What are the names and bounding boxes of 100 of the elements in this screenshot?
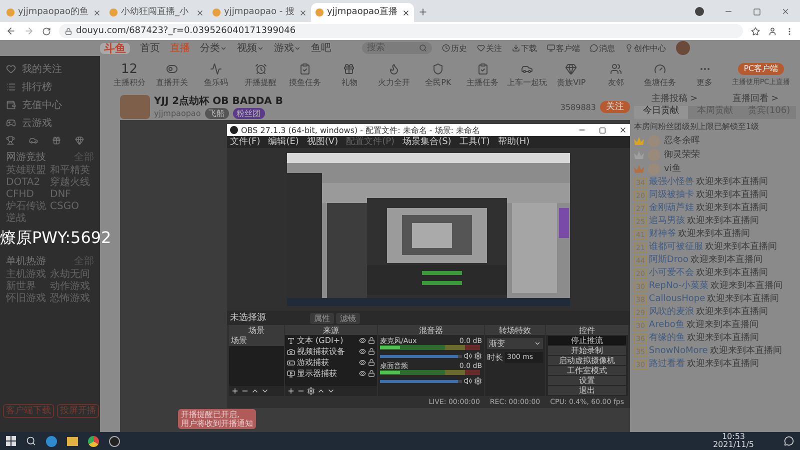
user-name[interactable]: Arebo鱼 bbox=[648, 320, 684, 331]
menu-item[interactable]: 工具(T) bbox=[459, 136, 490, 148]
clock-time[interactable]: 10:53 bbox=[722, 433, 746, 441]
header-link[interactable]: 历史 bbox=[442, 42, 467, 54]
control-button[interactable]: 开始录制 bbox=[548, 346, 626, 355]
up-icon[interactable] bbox=[317, 387, 325, 395]
visibility-icon[interactable] bbox=[359, 337, 366, 344]
add-icon[interactable] bbox=[287, 387, 295, 395]
lock-icon[interactable] bbox=[368, 348, 375, 355]
source-item[interactable]: 视频捕获设备 bbox=[285, 346, 377, 357]
follow-button[interactable]: 关注 bbox=[600, 101, 630, 113]
speaker-icon[interactable] bbox=[464, 352, 472, 360]
source-item[interactable]: 显示器捕获 bbox=[285, 368, 377, 379]
diamond-icon[interactable] bbox=[75, 136, 84, 144]
menu-item[interactable]: 文件(F) bbox=[230, 136, 260, 148]
feature-button[interactable]: 开播提醒 bbox=[239, 62, 282, 88]
chat-header-link[interactable]: 直播回看 > bbox=[732, 94, 779, 106]
feature-button[interactable]: 更多 bbox=[683, 62, 726, 88]
user-name[interactable]: 谁都可被征服 bbox=[648, 242, 703, 253]
user-name[interactable]: 最强小怪兽 bbox=[648, 177, 694, 188]
settings-icon[interactable] bbox=[307, 387, 315, 395]
user-name[interactable]: SnowNoMore bbox=[648, 346, 708, 357]
sidebar-button[interactable]: 投屏开播 bbox=[57, 404, 99, 418]
visibility-icon[interactable] bbox=[359, 359, 366, 366]
header-link[interactable]: 消息 bbox=[590, 42, 615, 54]
close-icon[interactable] bbox=[619, 126, 627, 134]
windows-logo-icon[interactable] bbox=[6, 436, 16, 446]
game-link[interactable]: 恐怖游戏 bbox=[50, 293, 94, 304]
user-name[interactable]: 路过看看 bbox=[648, 359, 685, 370]
user-name[interactable]: RepNo-小菜菜 bbox=[648, 281, 709, 292]
rank-tab[interactable]: 今日贡献 bbox=[634, 106, 688, 119]
lock-icon[interactable] bbox=[368, 370, 375, 377]
game-link[interactable]: 炉石传说 bbox=[6, 201, 50, 212]
game-link[interactable]: 逆战 bbox=[6, 213, 50, 224]
feature-button[interactable]: 摸鱼任务 bbox=[284, 62, 326, 88]
restore-icon[interactable] bbox=[753, 8, 761, 16]
header-link[interactable]: 客户端 bbox=[547, 42, 580, 54]
settings-icon[interactable] bbox=[474, 377, 482, 385]
user-name[interactable]: vi鱼 bbox=[664, 164, 681, 174]
control-button[interactable]: 退出 bbox=[548, 386, 626, 395]
game-link[interactable]: 怀旧游戏 bbox=[6, 293, 50, 304]
game-link[interactable]: 动作游戏 bbox=[50, 281, 94, 292]
feature-button[interactable]: 上车一起玩 bbox=[506, 62, 548, 88]
user-name[interactable]: 阿斯Droo bbox=[648, 255, 688, 266]
address-field[interactable]: douyu.com/687423?_r=0.039526040171399046 bbox=[59, 24, 743, 38]
user-name[interactable]: 忍冬余晖 bbox=[664, 136, 700, 146]
menu-item[interactable]: 帮助(H) bbox=[498, 136, 530, 148]
visibility-icon[interactable] bbox=[359, 348, 366, 355]
close-icon[interactable] bbox=[402, 8, 410, 16]
menu-item[interactable]: 编辑(E) bbox=[268, 136, 299, 148]
nav-link[interactable]: 视频 bbox=[237, 42, 264, 54]
control-button[interactable]: 工作室模式 bbox=[548, 366, 626, 375]
menu-item[interactable]: 视图(V) bbox=[306, 136, 338, 148]
sidebar-item[interactable]: 云游戏 bbox=[0, 114, 100, 132]
header-link[interactable]: 下载 bbox=[512, 42, 537, 54]
add-icon[interactable] bbox=[231, 387, 239, 395]
toolbar-button[interactable]: 滤镜 bbox=[336, 312, 360, 324]
user-name[interactable]: 有缘的鱼 bbox=[648, 333, 685, 344]
site-logo[interactable]: 斗鱼 bbox=[100, 42, 130, 54]
game-link[interactable]: 新世界 bbox=[6, 281, 50, 292]
back-icon[interactable] bbox=[6, 26, 16, 36]
user-name[interactable]: 财神爷 bbox=[648, 229, 676, 240]
bookmark-star-icon[interactable] bbox=[751, 26, 760, 36]
sidebar-item[interactable]: 我的关注 bbox=[0, 60, 100, 78]
feature-button[interactable]: 鱼乐码 bbox=[194, 62, 238, 88]
user-name[interactable]: 金刚葫芦娃 bbox=[648, 203, 694, 214]
lock-icon[interactable] bbox=[368, 337, 375, 344]
nav-link[interactable]: 首页 bbox=[140, 42, 160, 54]
game-link[interactable]: CSGO bbox=[50, 201, 94, 212]
browser-tab[interactable]: yjjmpaopao - 搜 bbox=[208, 3, 311, 22]
source-item[interactable]: 文本 (GDI+) bbox=[285, 335, 377, 346]
up-icon[interactable] bbox=[251, 387, 259, 395]
nav-link[interactable]: 游戏 bbox=[274, 42, 301, 54]
game-link[interactable]: 英雄联盟 bbox=[6, 165, 50, 176]
user-name[interactable]: CallousHope bbox=[648, 294, 706, 305]
user-name[interactable]: 同级被抽卡 bbox=[648, 190, 694, 201]
folder-icon[interactable] bbox=[67, 436, 78, 446]
header-link[interactable]: 创作中心 bbox=[625, 42, 666, 54]
car-icon[interactable] bbox=[29, 136, 38, 144]
feature-button[interactable]: 火力全开 bbox=[372, 62, 415, 88]
browser-tab[interactable]: yjjmpaopao的鱼 bbox=[2, 3, 105, 22]
source-item[interactable]: 游戏捕获 bbox=[285, 357, 377, 368]
header-link[interactable]: 关注 bbox=[477, 42, 502, 54]
close-icon[interactable] bbox=[196, 8, 204, 16]
close-icon[interactable] bbox=[93, 8, 101, 16]
visibility-icon[interactable] bbox=[359, 370, 366, 377]
control-button[interactable]: 启动虚拟摄像机 bbox=[548, 356, 626, 365]
settings-icon[interactable] bbox=[474, 352, 482, 360]
control-button[interactable]: 停止推流 bbox=[548, 336, 626, 345]
fan-club-button[interactable]: 粉丝团 bbox=[232, 108, 265, 118]
sidebar-item[interactable]: 排行榜 bbox=[0, 78, 100, 96]
profile-icon[interactable] bbox=[768, 26, 777, 36]
sidebar-button[interactable]: 客户端下载 bbox=[3, 404, 54, 418]
user-name[interactable]: 御灵荣荣 bbox=[664, 150, 700, 160]
new-tab-icon[interactable] bbox=[418, 7, 428, 17]
transition-select[interactable]: 渐变 bbox=[487, 338, 543, 349]
pc-client-button[interactable]: PC客户端 bbox=[738, 62, 784, 74]
nav-link[interactable]: 分类 bbox=[200, 42, 227, 54]
notification-icon[interactable] bbox=[784, 436, 794, 446]
feature-button[interactable]: 鱼塘任务 bbox=[639, 62, 682, 88]
